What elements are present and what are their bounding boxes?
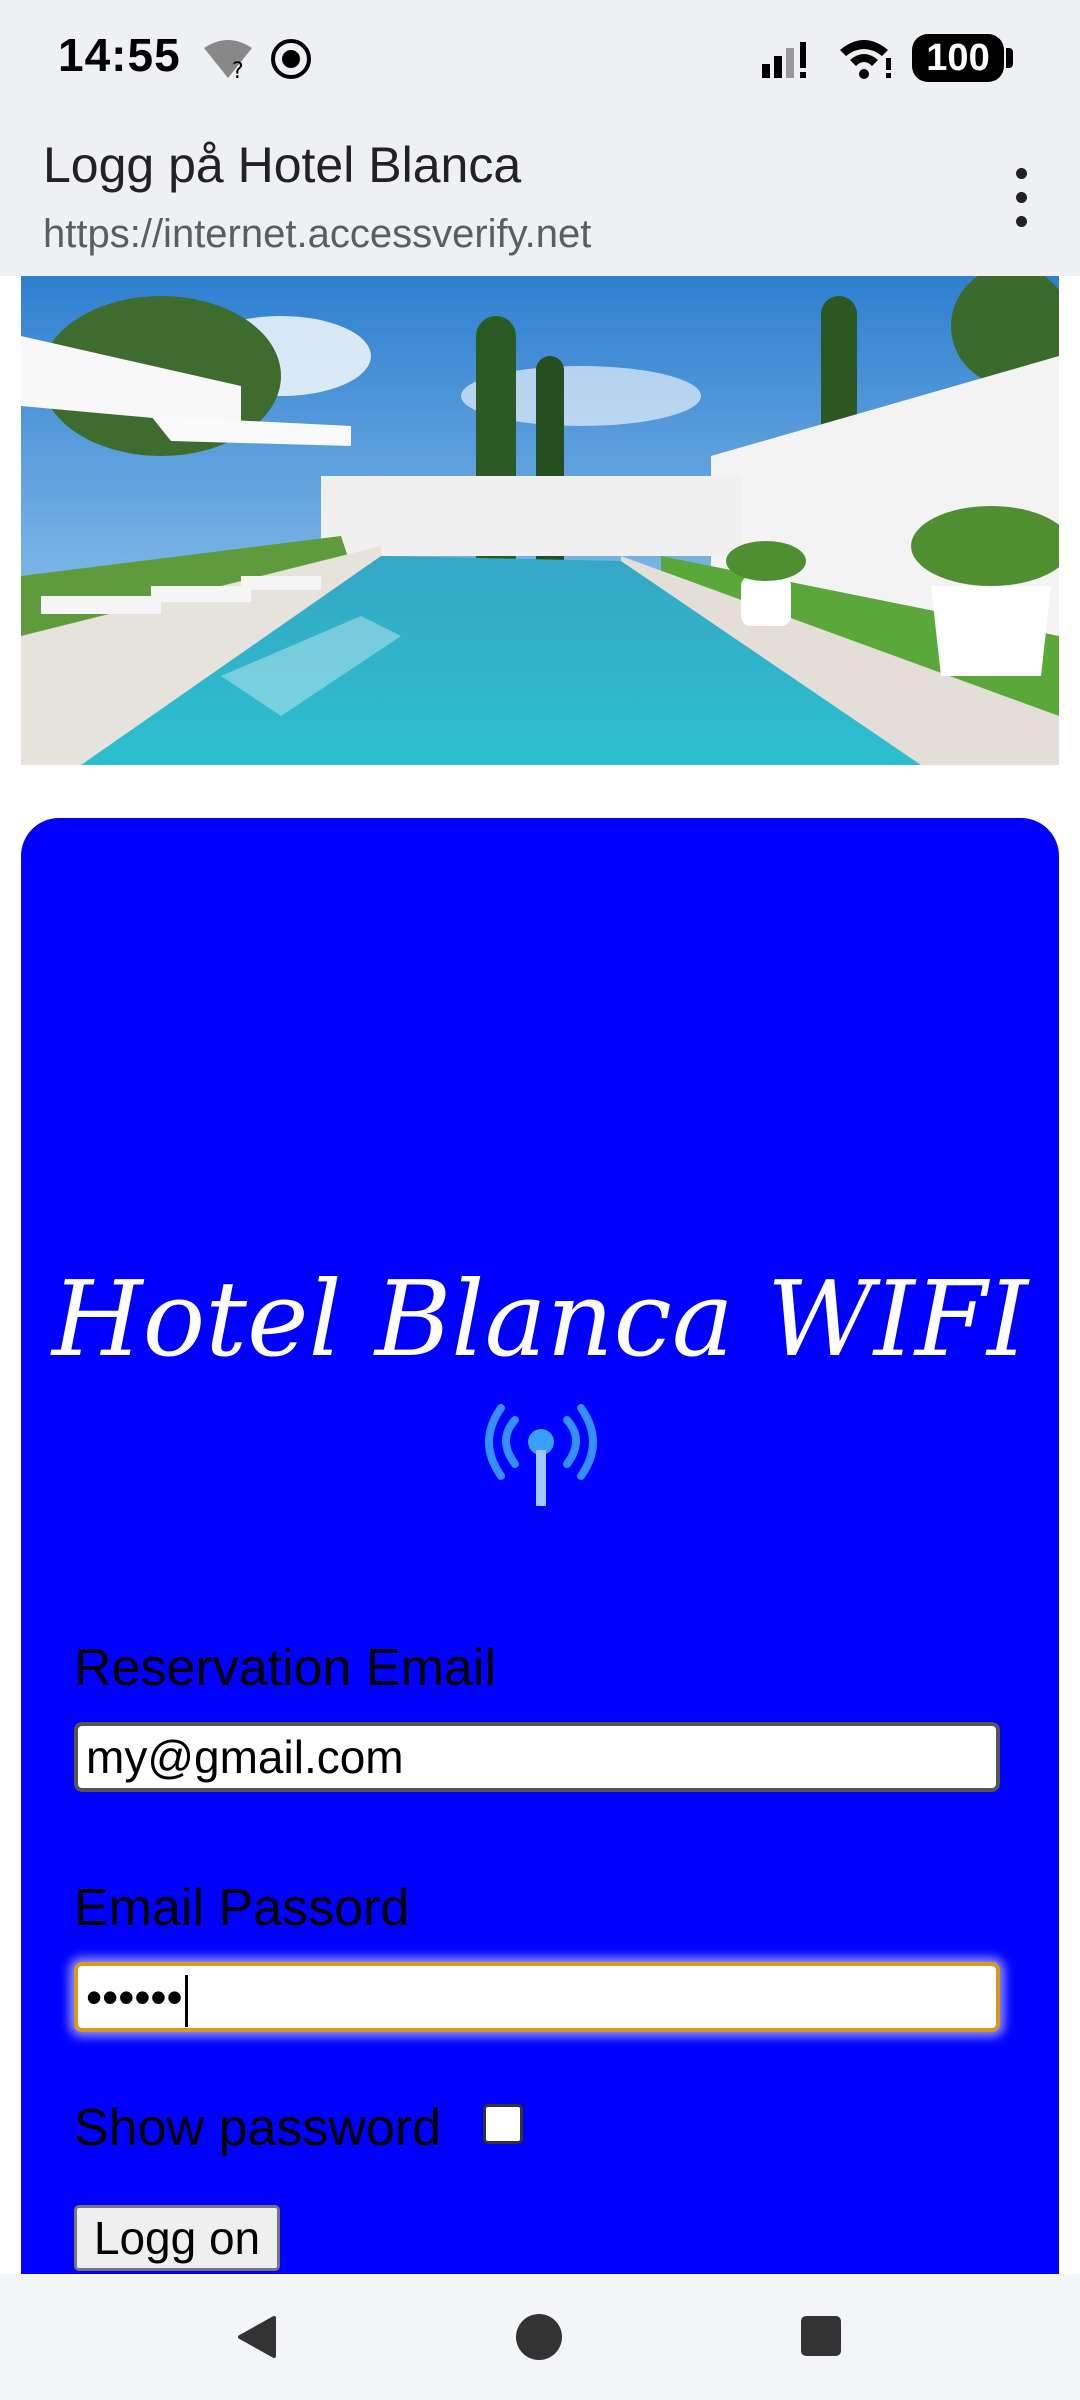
signal-icon [762, 42, 806, 78]
email-label: Reservation Email [74, 1639, 496, 1697]
text-caret [184, 1974, 188, 2027]
more-vert-icon[interactable] [1004, 168, 1040, 228]
password-field[interactable]: •••••• [74, 1962, 1000, 2032]
clock: 14:55 [58, 29, 181, 81]
pool-photo [21, 276, 1059, 765]
svg-text:?: ? [232, 59, 244, 80]
vpn-icon [271, 39, 311, 79]
login-card: Hotel Blanca WIFI Reservation Email my@g… [21, 818, 1059, 2400]
antenna-icon [485, 1404, 597, 1506]
password-field-value: •••••• [86, 1971, 183, 2023]
password-label: Email Passord [74, 1879, 410, 1937]
email-field[interactable]: my@gmail.com [74, 1722, 1000, 1792]
hotel-pool-image [21, 276, 1059, 765]
wifi-icon [840, 40, 891, 79]
page-url[interactable]: https://internet.accessverify.net [43, 212, 591, 257]
status-bar: 14:55 ? 100 [0, 0, 1080, 120]
home-icon[interactable] [516, 2314, 562, 2360]
wifi-title: Hotel Blanca WIFI [51, 1258, 1029, 1380]
logg-on-button[interactable]: Logg on [74, 2205, 280, 2271]
show-password-label: Show password [74, 2099, 442, 2157]
system-nav-bar [0, 2274, 1080, 2400]
browser-header: Logg på Hotel Blanca https://internet.ac… [0, 120, 1080, 276]
email-field-value: my@gmail.com [86, 1731, 404, 1783]
show-password-checkbox[interactable] [483, 2104, 523, 2144]
page-title: Logg på Hotel Blanca [43, 137, 522, 193]
wifi-unknown-icon: ? [204, 40, 252, 80]
recents-icon[interactable] [801, 2316, 841, 2356]
battery-icon: 100 [912, 34, 1013, 82]
back-icon[interactable] [234, 2314, 278, 2360]
